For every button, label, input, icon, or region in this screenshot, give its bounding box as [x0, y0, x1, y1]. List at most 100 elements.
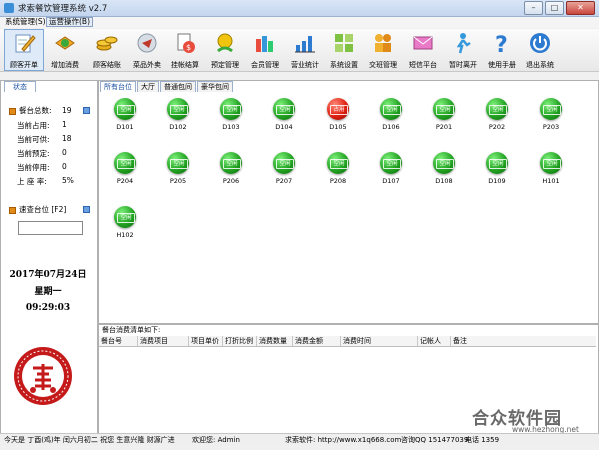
table-card-p204[interactable]: 空闲 P204: [110, 152, 140, 185]
table-card-d107[interactable]: 空闲 D107: [376, 152, 406, 185]
col-remark[interactable]: 备注: [451, 336, 511, 346]
quick-search-input[interactable]: [18, 221, 83, 235]
table-card-p202[interactable]: 空闲 P202: [482, 98, 512, 131]
table-status-label: 空闲: [276, 159, 294, 169]
table-status-icon: 空闲: [220, 98, 242, 120]
tab-status[interactable]: 状态: [4, 81, 36, 92]
table-status-icon: 空闲: [114, 206, 136, 228]
col-quantity[interactable]: 消费数量: [257, 336, 293, 346]
support-phone: 电话 1359: [465, 436, 500, 444]
tab-hall[interactable]: 大厅: [137, 81, 159, 92]
table-card-p208[interactable]: 空闲 P208: [323, 152, 353, 185]
table-card-d105[interactable]: 占用 D105: [323, 98, 353, 131]
table-name: P207: [275, 177, 293, 185]
table-card-d101[interactable]: 空闲 D101: [110, 98, 140, 131]
table-card-p201[interactable]: 空闲 P201: [429, 98, 459, 131]
stat-label-available: 当前可供:: [17, 135, 50, 144]
statistics-icon: [295, 36, 315, 53]
table-status-icon: 空闲: [167, 152, 189, 174]
col-recorder[interactable]: 记帐人: [418, 336, 451, 346]
table-card-p203[interactable]: 空闲 P203: [536, 98, 566, 131]
member-button[interactable]: 会员管理: [246, 30, 284, 70]
checkout-button[interactable]: 顾客结账: [88, 30, 126, 70]
shift-handover-button[interactable]: 交班管理: [364, 30, 402, 70]
order-open-button[interactable]: 顾客开单: [4, 29, 44, 71]
manual-button[interactable]: ? 使用手册: [483, 30, 521, 70]
maximize-button[interactable]: □: [545, 1, 564, 15]
table-status-icon: 空闲: [327, 152, 349, 174]
support-qq: 咨询QQ 151477039: [401, 436, 469, 444]
tool-label: 顾客结账: [93, 61, 121, 69]
reservation-button[interactable]: 预定管理: [206, 30, 244, 70]
software-website[interactable]: 求索软件: http://www.x1q668.com: [285, 434, 401, 446]
sms-icon: [413, 36, 433, 50]
table-status-label: 占用: [330, 105, 348, 115]
table-name: P201: [435, 123, 453, 131]
table-card-p205[interactable]: 空闲 P205: [163, 152, 193, 185]
table-card-d103[interactable]: 空闲 D103: [216, 98, 246, 131]
stat-label-occupied: 当前占用:: [17, 121, 50, 130]
col-item[interactable]: 消费项目: [138, 336, 189, 346]
stat-value-available: 18: [62, 134, 72, 143]
tool-label: 顾客开单: [10, 61, 38, 69]
table-card-h101[interactable]: 空闲 H101: [536, 152, 566, 185]
tab-luxury-room[interactable]: 豪华包间: [197, 81, 233, 92]
add-consumption-button[interactable]: 增加消费: [46, 30, 84, 70]
table-name: D102: [169, 123, 187, 131]
lunar-date-info: 今天是 丁酉(鸡)年 闰六月初二 祝您 生意兴隆 财源广进: [4, 436, 175, 444]
table-card-d106[interactable]: 空闲 D106: [376, 98, 406, 131]
takeaway-button[interactable]: 菜品外卖: [128, 30, 166, 70]
close-button[interactable]: ✕: [566, 1, 595, 15]
add-consumption-icon: [55, 36, 75, 50]
col-time[interactable]: 消费时间: [341, 336, 418, 346]
quick-search-icon[interactable]: [83, 206, 90, 213]
order-list-title: 餐台消费清单如下:: [102, 326, 161, 334]
table-status-icon: 占用: [327, 98, 349, 120]
settings-icon: [335, 34, 353, 52]
table-card-d102[interactable]: 空闲 D102: [163, 98, 193, 131]
table-card-p206[interactable]: 空闲 P206: [216, 152, 246, 185]
credit-settle-button[interactable]: $ 挂帐结算: [166, 30, 204, 70]
tool-label: 挂帐结算: [171, 61, 199, 69]
tab-standard-room[interactable]: 普通包间: [160, 81, 196, 92]
table-card-p207[interactable]: 空闲 P207: [269, 152, 299, 185]
tool-label: 交班管理: [369, 61, 397, 69]
tool-label: 营业统计: [291, 61, 319, 69]
takeaway-icon: [137, 33, 157, 53]
table-status-label: 空闲: [489, 105, 507, 115]
refresh-icon[interactable]: [83, 107, 90, 114]
sms-button[interactable]: 短信平台: [404, 30, 442, 70]
menu-operations[interactable]: 运营操作(B): [46, 17, 93, 27]
col-table-no[interactable]: 餐台号: [99, 336, 138, 346]
table-status-icon: 空闲: [220, 152, 242, 174]
settings-button[interactable]: 系统设置: [325, 30, 363, 70]
table-name: D101: [116, 123, 134, 131]
area-tabs: 所有台位 大厅 普通包间 豪华包间: [100, 81, 234, 92]
table-card-d109[interactable]: 空闲 D109: [482, 152, 512, 185]
col-unit-price[interactable]: 项目单价: [189, 336, 223, 346]
stat-label-occupancy: 上 座 率:: [17, 177, 47, 186]
minimize-button[interactable]: –: [524, 1, 543, 15]
exit-button[interactable]: 退出系统: [521, 30, 559, 70]
window-title: 求索餐饮管理系统 v2.7: [18, 4, 108, 14]
app-logo-icon: [4, 3, 14, 13]
tab-all-tables[interactable]: 所有台位: [100, 81, 136, 92]
away-button[interactable]: 暂时离开: [444, 30, 482, 70]
table-card-h102[interactable]: 空闲 H102: [110, 206, 140, 239]
stat-value-reserved: 0: [62, 148, 67, 157]
tool-label: 菜品外卖: [133, 61, 161, 69]
table-status-icon: 空闲: [540, 152, 562, 174]
table-name: P203: [542, 123, 560, 131]
table-card-d104[interactable]: 空闲 D104: [269, 98, 299, 131]
col-discount[interactable]: 打折比例: [223, 336, 257, 346]
tool-label: 暂时离开: [449, 61, 477, 69]
table-status-icon: 空闲: [114, 98, 136, 120]
table-status-label: 空闲: [117, 159, 135, 169]
menu-system-management[interactable]: 系统管理(S): [3, 17, 48, 27]
table-status-icon: 空闲: [167, 98, 189, 120]
statistics-button[interactable]: 营业统计: [286, 30, 324, 70]
table-card-d108[interactable]: 空闲 D108: [429, 152, 459, 185]
table-status-label: 空闲: [383, 159, 401, 169]
col-amount[interactable]: 消费金额: [293, 336, 341, 346]
power-icon: [530, 33, 550, 53]
